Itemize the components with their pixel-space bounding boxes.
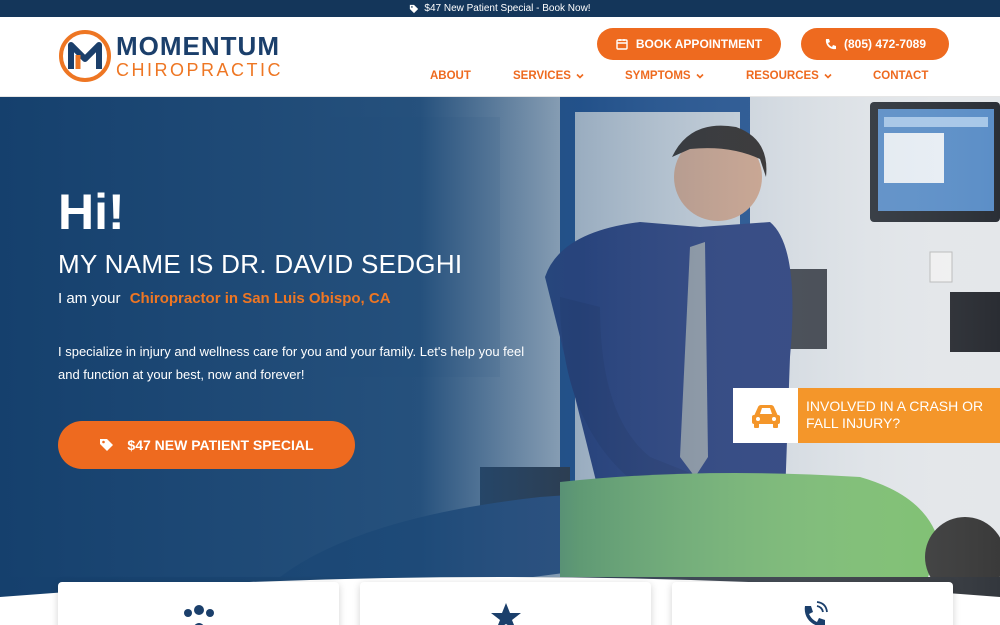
- nav-label-contact: CONTACT: [873, 70, 929, 82]
- hero-description: I specialize in injury and wellness care…: [58, 344, 525, 382]
- crash-injury-banner[interactable]: INVOLVED IN A CRASH OR FALL INJURY?: [733, 388, 1000, 443]
- tag-icon: [100, 439, 114, 451]
- feature-card[interactable]: [672, 582, 953, 625]
- book-appointment-button[interactable]: BOOK APPOINTMENT: [597, 28, 781, 60]
- main-nav: ABOUT SERVICES SYMPTOMS RESOURCES CONTAC…: [0, 70, 1000, 90]
- phone-icon: [825, 39, 836, 50]
- chevron-down-icon: [824, 73, 832, 79]
- phone-button[interactable]: (805) 472-7089: [801, 28, 949, 60]
- phone-label: (805) 472-7089: [843, 37, 927, 51]
- tag-icon: [410, 4, 419, 13]
- phone-icon: [804, 601, 828, 625]
- crash-banner-text: INVOLVED IN A CRASH OR FALL INJURY?: [798, 388, 1000, 443]
- book-appointment-label: BOOK APPOINTMENT: [635, 37, 763, 51]
- nav-label-about: ABOUT: [430, 70, 471, 82]
- hero-sub-accent[interactable]: Chiropractor in San Luis Obispo, CA: [130, 290, 391, 307]
- nav-label-symptoms: SYMPTOMS: [625, 70, 691, 82]
- feature-card[interactable]: [360, 582, 651, 625]
- hero-name: MY NAME IS DR. DAVID SEDGHI: [58, 249, 463, 279]
- crash-banner-line2: FALL INJURY?: [806, 415, 901, 431]
- people-icon: [183, 605, 214, 625]
- hero-sub-prefix: I am your: [58, 290, 121, 307]
- car-icon: [751, 404, 780, 428]
- feature-card[interactable]: [58, 582, 339, 625]
- new-patient-special-label: $47 NEW PATIENT SPECIAL: [127, 437, 314, 453]
- hero-subheading: I am your Chiropractor in San Luis Obisp…: [58, 290, 391, 307]
- hero-greeting: Hi!: [58, 184, 125, 240]
- nav-item-resources[interactable]: RESOURCES: [746, 70, 832, 82]
- chevron-down-icon: [576, 73, 584, 79]
- announcement-bar[interactable]: $47 New Patient Special - Book Now!: [0, 0, 1000, 17]
- crash-banner-line1: INVOLVED IN A CRASH OR: [806, 398, 984, 414]
- new-patient-special-button[interactable]: $47 NEW PATIENT SPECIAL: [58, 421, 355, 469]
- crash-icon-box: [733, 388, 798, 443]
- nav-item-about[interactable]: ABOUT: [430, 70, 471, 82]
- nav-item-symptoms[interactable]: SYMPTOMS: [625, 70, 704, 82]
- nav-label-services: SERVICES: [513, 70, 571, 82]
- logo-name: MOMENTUM: [116, 31, 280, 61]
- star-icon: [490, 603, 521, 625]
- hero-section: Hi! MY NAME IS DR. DAVID SEDGHI I am you…: [0, 97, 1000, 625]
- site-header: MOMENTUM CHIROPRACTIC BOOK APPOINTMENT (…: [0, 17, 1000, 97]
- calendar-icon: [616, 39, 628, 50]
- nav-item-services[interactable]: SERVICES: [513, 70, 584, 82]
- nav-label-resources: RESOURCES: [746, 70, 819, 82]
- announcement-text: $47 New Patient Special - Book Now!: [424, 3, 591, 14]
- chevron-down-icon: [696, 73, 704, 79]
- nav-item-contact[interactable]: CONTACT: [873, 70, 928, 82]
